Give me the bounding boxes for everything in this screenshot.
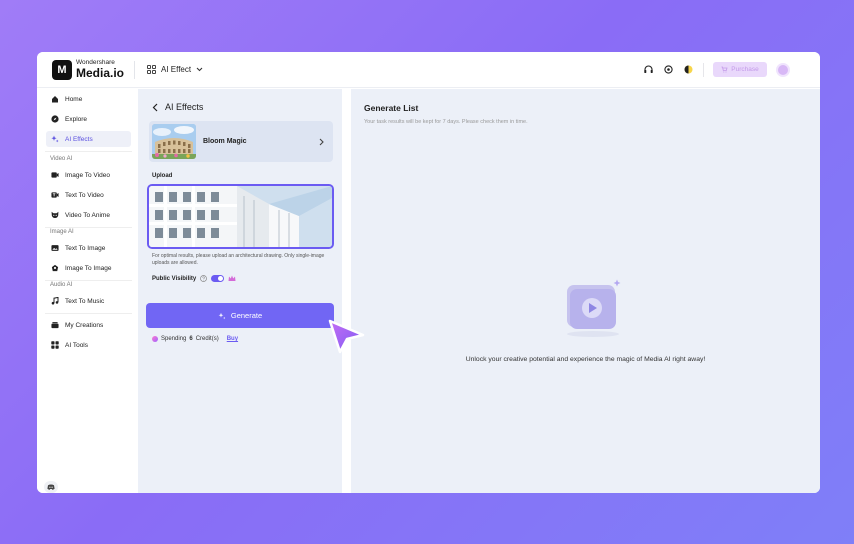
logo[interactable]: M Wondershare Media.io <box>52 59 125 81</box>
image-video-icon <box>51 171 59 179</box>
chevron-down-icon <box>196 67 203 72</box>
effect-selector-card[interactable]: Bloom Magic <box>149 121 333 162</box>
sidebar-item-label: Text To Image <box>65 244 106 252</box>
user-avatar[interactable] <box>776 62 790 77</box>
section-label-video-ai: Video AI <box>50 156 73 162</box>
generate-list-subtitle: Your task results will be kept for 7 day… <box>364 119 528 125</box>
section-label-image-ai: Image AI <box>50 229 74 235</box>
chevron-right-icon <box>319 138 324 145</box>
credit-spending: Spending 6 Credit(s) Buy <box>152 336 238 342</box>
visibility-toggle[interactable] <box>211 275 225 282</box>
sidebar-item-explore[interactable]: Explore <box>46 111 131 127</box>
sidebar-divider <box>45 151 132 152</box>
compass-icon <box>51 115 59 123</box>
sidebar-item-text-to-image[interactable]: Text To Image <box>46 240 131 256</box>
sidebar-divider <box>45 280 132 281</box>
generate-label: Generate <box>230 311 263 320</box>
sidebar-item-ai-effects[interactable]: AI Effects <box>46 131 131 147</box>
sparkle-icon <box>218 312 226 319</box>
theme-toggle-icon[interactable] <box>683 64 694 75</box>
sidebar-item-label: My Creations <box>65 321 104 329</box>
sidebar-item-home[interactable]: Home <box>46 91 131 107</box>
text-video-icon <box>51 191 59 199</box>
ai-effect-dropdown-label: AI Effect <box>161 65 192 74</box>
sidebar-item-label: AI Effects <box>65 135 93 143</box>
anime-face-icon <box>51 211 59 219</box>
top-right-divider <box>703 62 704 77</box>
home-icon <box>51 95 59 103</box>
generate-list-title: Generate List <box>364 103 419 113</box>
spending-amount: 6 <box>189 336 193 342</box>
crown-icon <box>228 275 236 281</box>
sidebar-item-label: Image To Image <box>65 264 112 272</box>
folder-stack-icon <box>51 321 59 329</box>
sidebar-item-video-to-anime[interactable]: Video To Anime <box>46 207 131 223</box>
sidebar-item-label: AI Tools <box>65 341 89 349</box>
sidebar-item-image-to-image[interactable]: Image To Image <box>46 260 131 276</box>
buy-link[interactable]: Buy <box>227 336 238 342</box>
public-visibility-row: Public Visibility <box>152 275 236 282</box>
text-image-icon <box>51 244 59 252</box>
brand-bottom: Media.io <box>76 66 125 81</box>
sidebar-divider <box>45 227 132 228</box>
panel-title: AI Effects <box>165 102 204 112</box>
help-icon[interactable] <box>200 275 208 282</box>
discord-icon[interactable] <box>44 481 58 493</box>
pointer-cursor-icon <box>328 319 365 354</box>
panel-header: AI Effects <box>152 102 203 112</box>
music-note-icon <box>51 297 59 305</box>
sidebar-item-label: Explore <box>65 115 88 123</box>
purchase-label: Purchase <box>731 66 759 73</box>
sidebar-item-image-to-video[interactable]: Image To Video <box>46 167 131 183</box>
sidebar: Home Explore AI Effects Video AI Image T… <box>37 89 137 493</box>
visibility-label: Public Visibility <box>152 275 197 282</box>
app-window: M Wondershare Media.io AI Effect Purchas… <box>37 52 820 493</box>
sidebar-item-label: Text To Music <box>65 297 105 305</box>
apps-grid-icon <box>51 341 59 349</box>
sidebar-item-label: Image To Video <box>65 171 110 179</box>
cart-icon <box>721 66 728 73</box>
credit-coin-icon <box>152 336 158 342</box>
grid-icon <box>147 65 157 74</box>
back-arrow-icon[interactable] <box>152 103 158 112</box>
sidebar-item-text-to-video[interactable]: Text To Video <box>46 187 131 203</box>
image-swap-icon <box>51 264 59 272</box>
sidebar-divider <box>45 313 132 314</box>
top-right-actions: Purchase <box>643 62 790 77</box>
effect-thumbnail <box>152 124 196 159</box>
generate-list-area: Generate List Your task results will be … <box>351 89 820 493</box>
effect-settings-panel: AI Effects Bloom Magic Upload For optima… <box>138 89 342 493</box>
header-divider <box>134 60 136 79</box>
purchase-button[interactable]: Purchase <box>713 62 767 77</box>
generate-button[interactable]: Generate <box>146 303 334 328</box>
sidebar-item-label: Text To Video <box>65 191 104 199</box>
section-label-audio-ai: Audio AI <box>50 282 73 288</box>
spending-suffix: Credit(s) <box>195 336 219 342</box>
settings-icon[interactable] <box>663 64 674 75</box>
sidebar-item-label: Video To Anime <box>65 211 110 219</box>
sidebar-item-ai-tools[interactable]: AI Tools <box>46 337 131 353</box>
effect-name: Bloom Magic <box>203 138 247 145</box>
empty-state-message: Unlock your creative potential and exper… <box>465 356 706 363</box>
logo-text: Wondershare Media.io <box>76 59 125 81</box>
spending-prefix: Spending <box>161 336 187 342</box>
top-bar: M Wondershare Media.io AI Effect Purchas… <box>37 52 820 88</box>
sidebar-item-label: Home <box>65 95 83 103</box>
upload-hint: For optimal results, please upload an ar… <box>152 253 325 266</box>
ai-effect-dropdown[interactable]: AI Effect <box>147 65 203 74</box>
uploaded-building-image <box>149 186 332 247</box>
upload-dropzone[interactable] <box>147 184 334 249</box>
sidebar-item-text-to-music[interactable]: Text To Music <box>46 293 131 309</box>
sidebar-item-my-creations[interactable]: My Creations <box>46 317 131 333</box>
empty-state-video-icon <box>567 279 621 337</box>
headset-icon[interactable] <box>643 64 654 75</box>
upload-label: Upload <box>152 173 173 179</box>
sparkle-icon <box>51 135 59 143</box>
logo-mark: M <box>52 59 72 80</box>
